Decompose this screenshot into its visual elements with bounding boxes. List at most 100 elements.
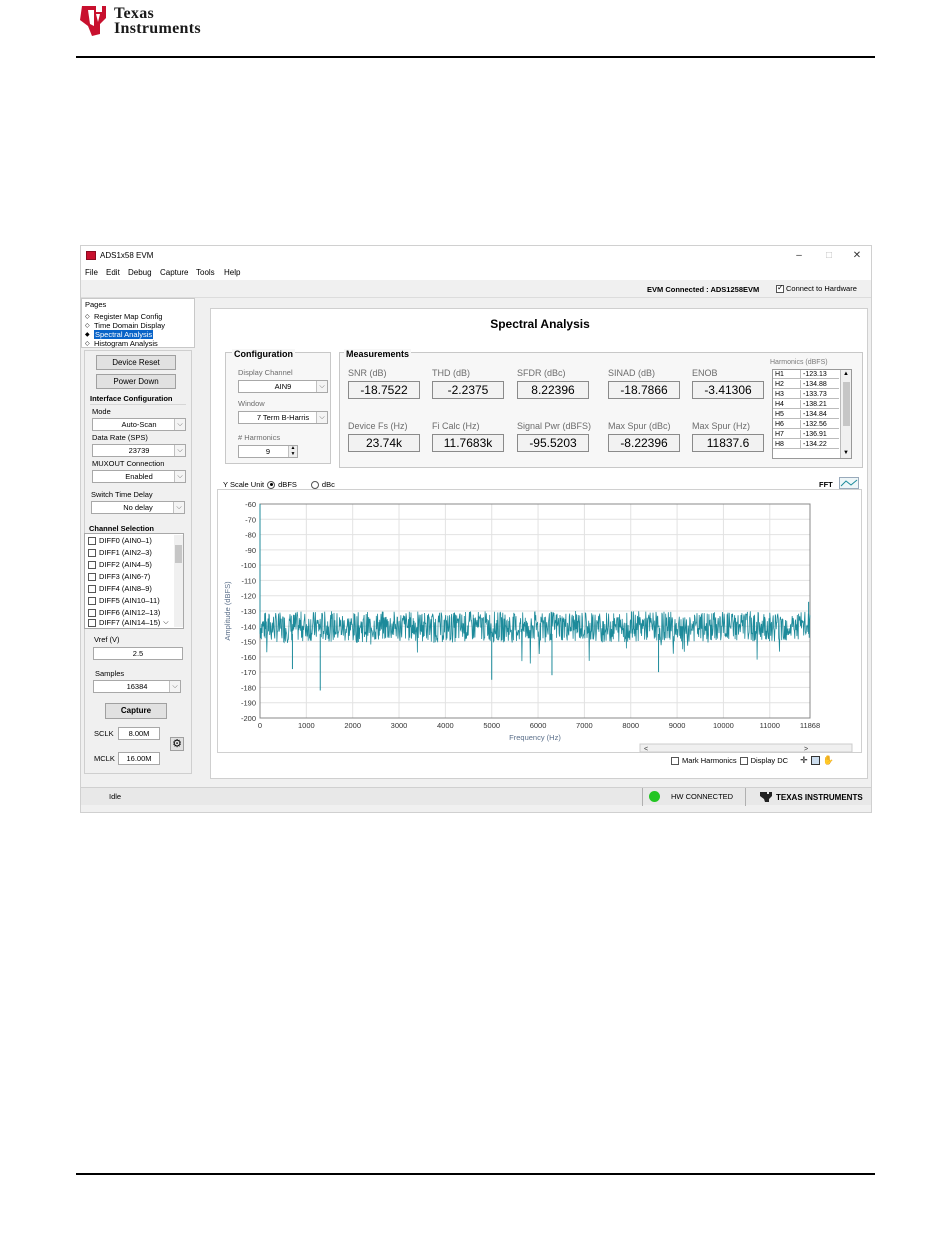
channel-list-scrollbar[interactable] (174, 535, 183, 627)
menu-debug[interactable]: Debug (128, 268, 152, 277)
channel-diff1[interactable]: DIFF1 (AIN2–3) (88, 548, 152, 557)
harmonics-stepper[interactable]: 9 ▲ ▼ (238, 445, 298, 458)
checkbox-icon[interactable] (776, 283, 784, 293)
max-spur-dbc-label: Max Spur (dBc) (608, 421, 671, 431)
window-title: ADS1x58 EVM (100, 251, 154, 260)
chevron-down-icon[interactable]: ▼ (843, 450, 849, 456)
maximize-button[interactable]: □ (817, 248, 841, 264)
checkbox-icon[interactable] (88, 596, 96, 605)
status-bar: Idle HW CONNECTED Texas Instruments (81, 787, 871, 806)
menu-tools[interactable]: Tools (196, 268, 215, 277)
channel-diff4[interactable]: DIFF4 (AIN8–9) (88, 584, 152, 593)
max-spur-dbc-value: -8.22396 (608, 434, 680, 452)
harmonics-scrollbar[interactable]: ▲ ▼ (840, 370, 851, 458)
configuration-title: Configuration (232, 349, 295, 359)
channel-label: DIFF3 (AIN6-7) (99, 572, 151, 581)
chevron-down-icon: ⌵ (174, 445, 185, 456)
checkbox-icon[interactable] (88, 548, 96, 557)
checkbox-icon[interactable] (88, 560, 96, 569)
stepper-arrows-icon[interactable]: ▲ ▼ (288, 445, 297, 457)
chevron-up-icon[interactable]: ▲ (843, 371, 849, 377)
harmonic-value: -136.91 (803, 431, 827, 438)
x-tick-label: 11000 (760, 721, 780, 730)
fft-toggle-icon[interactable] (839, 477, 859, 489)
channel-list: DIFF0 (AIN0–1) DIFF1 (AIN2–3) DIFF2 (AIN… (84, 533, 184, 629)
divider (90, 404, 186, 405)
mode-value: Auto-Scan (121, 420, 157, 429)
radio-dbfs[interactable] (267, 480, 276, 489)
menu-edit[interactable]: Edit (106, 268, 120, 277)
menu-file[interactable]: File (85, 268, 98, 277)
device-reset-button[interactable]: Device Reset (96, 355, 176, 370)
title-bar: ADS1x58 EVM – □ ✕ (81, 246, 871, 266)
channel-diff2[interactable]: DIFF2 (AIN4–5) (88, 560, 152, 569)
channel-diff6[interactable]: DIFF6 (AIN12–13) (88, 608, 160, 617)
muxout-dropdown[interactable]: Enabled ⌵ (92, 470, 186, 483)
channel-diff5[interactable]: DIFF5 (AIN10–11) (88, 596, 160, 605)
mark-harmonics-checkbox[interactable] (671, 756, 679, 765)
connect-to-hardware-checkbox[interactable]: Connect to Hardware (776, 283, 857, 293)
power-down-button[interactable]: Power Down (96, 374, 176, 389)
harmonic-name: H4 (775, 401, 784, 408)
harmonics-count-label: # Harmonics (238, 433, 281, 442)
fft-plot: -60 -70 -80 -90 -100 -110 -120 -130 -140 -150 -160… (217, 489, 862, 753)
window-dropdown[interactable]: 7 Term B-Harris ⌵ (238, 411, 328, 424)
samples-label: Samples (95, 669, 125, 678)
pan-hand-icon[interactable]: ✋ (823, 755, 834, 766)
minimize-button[interactable]: – (787, 248, 811, 264)
channel-diff7[interactable]: DIFF7 (AIN14–15) ⌵ (88, 618, 169, 627)
page-item-register-map[interactable]: ◇ Register Map Config (85, 312, 162, 321)
snr-label: SNR (dB) (348, 368, 387, 378)
page-item-histogram[interactable]: ◇ Histogram Analysis (85, 339, 158, 348)
display-dc-label: Display DC (750, 756, 789, 765)
radio-dbc[interactable] (310, 480, 319, 489)
zoom-icon[interactable] (810, 756, 820, 765)
display-dc-checkbox[interactable] (739, 756, 748, 765)
checkbox-icon[interactable] (88, 618, 96, 627)
checkbox-icon[interactable] (88, 584, 96, 593)
connection-row: EVM Connected : ADS1258EVM Connect to Ha… (81, 280, 871, 298)
crosshair-icon[interactable]: ✛ (800, 755, 808, 766)
diamond-filled-icon: ◆ (85, 332, 90, 338)
mclk-label: MCLK (94, 754, 115, 763)
vref-input[interactable]: 2.5 (93, 647, 183, 660)
x-tick-label: 4000 (437, 721, 454, 730)
checkbox-icon[interactable] (88, 536, 96, 545)
page-item-label: Spectral Analysis (94, 330, 154, 339)
sfdr-label: SFDR (dBc) (517, 368, 566, 378)
enob-label: ENOB (692, 368, 718, 378)
interface-config-title: Interface Configuration (90, 394, 173, 403)
scrollbar-thumb[interactable] (175, 545, 182, 563)
gear-icon[interactable]: ⚙ (170, 737, 184, 751)
switch-delay-label: Switch Time Delay (91, 490, 153, 499)
scrollbar-thumb[interactable] (843, 382, 850, 426)
capture-button[interactable]: Capture (105, 703, 167, 719)
measurements-group: Measurements SNR (dB) -18.7522 THD (dB) … (339, 349, 863, 468)
plot-options: Mark Harmonics Display DC ✛ ✋ (671, 755, 834, 766)
menu-capture[interactable]: Capture (160, 268, 188, 277)
checkbox-icon[interactable] (88, 572, 96, 581)
checkbox-icon[interactable] (88, 608, 96, 617)
channel-diff0[interactable]: DIFF0 (AIN0–1) (88, 536, 152, 545)
channel-label: DIFF5 (AIN10–11) (99, 596, 160, 605)
close-button[interactable]: ✕ (845, 248, 869, 264)
mode-dropdown[interactable]: Auto-Scan ⌵ (92, 418, 186, 431)
display-channel-dropdown[interactable]: AIN9 ⌵ (238, 380, 328, 393)
switch-delay-dropdown[interactable]: No delay ⌵ (91, 501, 185, 514)
samples-dropdown[interactable]: 16384 ⌵ (93, 680, 181, 693)
page-item-spectral-analysis[interactable]: ◆ Spectral Analysis (85, 330, 154, 339)
y-tick-label: -190 (241, 699, 256, 708)
sfdr-value: 8.22396 (517, 381, 589, 399)
chevron-down-icon: ⌵ (174, 471, 185, 482)
data-rate-dropdown[interactable]: 23739 ⌵ (92, 444, 186, 457)
chevron-down-icon: ⌵ (173, 502, 184, 513)
page-item-label: Histogram Analysis (94, 339, 158, 348)
channel-diff3[interactable]: DIFF3 (AIN6-7) (88, 572, 150, 581)
menu-help[interactable]: Help (224, 268, 240, 277)
harmonic-name: H5 (775, 411, 784, 418)
window-value: 7 Term B-Harris (256, 413, 310, 422)
divider (642, 788, 643, 806)
page-item-time-domain[interactable]: ◇ Time Domain Display (85, 321, 165, 330)
chevron-down-icon[interactable]: ⌵ (163, 619, 168, 627)
y-tick-label: -130 (241, 607, 256, 616)
